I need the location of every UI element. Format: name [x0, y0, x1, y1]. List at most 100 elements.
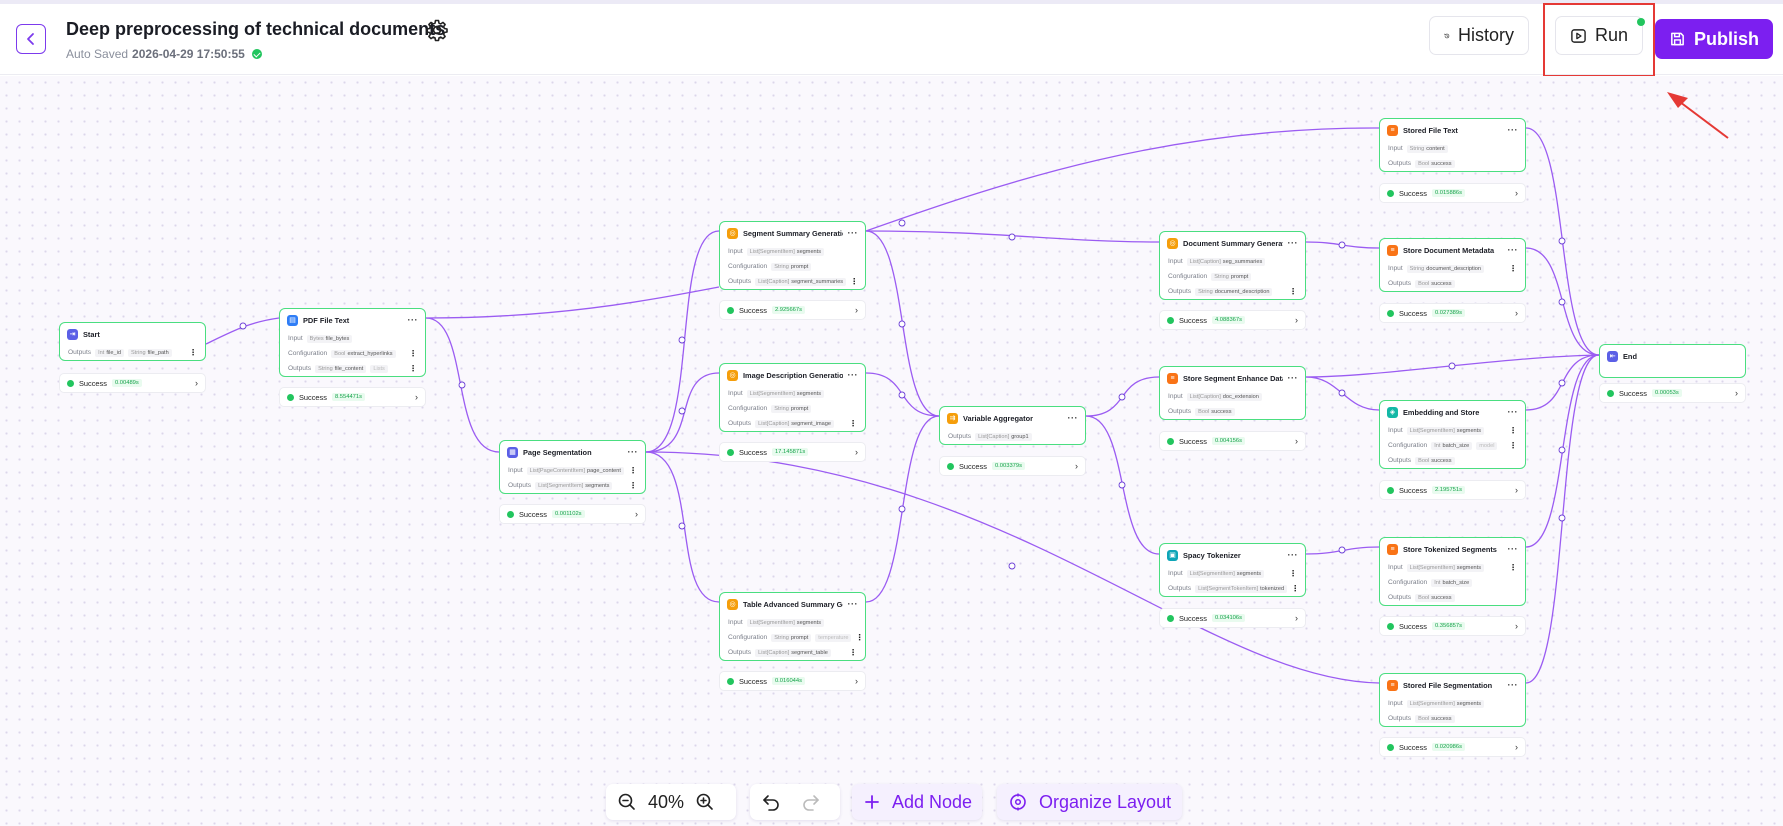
- row-label: Outputs: [1388, 715, 1412, 722]
- node-store-segment-enhance-data[interactable]: ≡ Store Segment Enhance Data ··· Input List…: [1159, 366, 1306, 420]
- more-vertical-icon[interactable]: ⋮: [629, 481, 637, 490]
- status-store-document-metadata[interactable]: Success 0.027389s ›: [1379, 303, 1526, 323]
- undo-icon[interactable]: [760, 791, 782, 813]
- add-node-button[interactable]: Add Node: [852, 784, 982, 820]
- node-store-document-metadata[interactable]: ≡ Store Document Metadata ··· Input String d…: [1379, 238, 1526, 292]
- node-page-segmentation[interactable]: ▦ Page Segmentation ··· Input List[PageCont…: [499, 440, 646, 494]
- more-icon[interactable]: ···: [1068, 413, 1079, 423]
- node-segment-summary-generation[interactable]: ◎ Segment Summary Generation ··· Input List…: [719, 221, 866, 290]
- auto-saved-label: Auto Saved: [66, 47, 129, 61]
- status-end[interactable]: Success 0.00053s ›: [1599, 383, 1746, 403]
- status-stored-file-segmentation[interactable]: Success 0.020986s ›: [1379, 737, 1526, 757]
- more-vertical-icon[interactable]: ⋮: [409, 349, 417, 358]
- success-icon: [727, 677, 734, 685]
- node-title: Store Tokenized Segments: [1403, 544, 1497, 554]
- node-table-advanced-summary[interactable]: ◎Table Advanced Summary Gen...··· InputL…: [719, 592, 866, 661]
- more-vertical-icon[interactable]: ⋮: [855, 633, 863, 642]
- zoom-out-icon[interactable]: [616, 791, 638, 813]
- chip-value: prompt: [790, 634, 809, 641]
- more-vertical-icon[interactable]: ⋮: [849, 419, 857, 428]
- node-spacy-tokenizer[interactable]: ▣ Spacy Tokenizer ··· Input List[SegmentIte…: [1159, 543, 1306, 597]
- duration-badge: 0.015886s: [1431, 189, 1466, 197]
- node-stored-file-segmentation[interactable]: ≡ Stored File Segmentation ··· Input List[S…: [1379, 673, 1526, 727]
- status-document-summary-generation[interactable]: Success 4.088367s ›: [1159, 310, 1306, 330]
- chip-value: document_description: [1426, 265, 1482, 272]
- status-stored-file-text[interactable]: Success 0.015886s ›: [1379, 183, 1526, 203]
- zoom-in-icon[interactable]: [694, 791, 716, 813]
- more-icon[interactable]: ···: [1508, 245, 1519, 255]
- node-pdf-file-text[interactable]: ▤ PDF File Text ··· Input Bytes file_bytes C…: [279, 308, 426, 377]
- more-vertical-icon[interactable]: ⋮: [1291, 584, 1299, 593]
- more-icon[interactable]: ···: [1508, 407, 1519, 417]
- more-icon[interactable]: ···: [848, 599, 859, 609]
- output-chip: List[Caption] segment_image: [755, 419, 834, 428]
- more-icon[interactable]: ···: [1508, 680, 1519, 690]
- more-vertical-icon[interactable]: ⋮: [1509, 441, 1517, 450]
- chip-type: List[SegmentItem]: [1409, 700, 1455, 707]
- history-button[interactable]: History: [1429, 16, 1529, 55]
- status-start[interactable]: Success 0.00489s ›: [59, 373, 206, 393]
- node-end[interactable]: ⇤ End: [1599, 344, 1746, 378]
- more-vertical-icon[interactable]: ⋮: [850, 277, 858, 286]
- status-variable-aggregator[interactable]: Success 0.003379s ›: [939, 456, 1086, 476]
- status-pdf-file-text[interactable]: Success 8.554471s ›: [279, 387, 426, 407]
- gear-icon[interactable]: [425, 18, 449, 42]
- more-icon[interactable]: ···: [848, 370, 859, 380]
- more-vertical-icon[interactable]: ⋮: [189, 348, 197, 357]
- more-icon[interactable]: ···: [1508, 544, 1519, 554]
- node-embedding-and-store[interactable]: ◈ Embedding and Store ··· Input List[Segmen…: [1379, 400, 1526, 469]
- back-button[interactable]: [16, 24, 46, 54]
- run-highlight-box: [1543, 3, 1655, 77]
- duration-badge: 0.00489s: [111, 379, 142, 387]
- input-chip: List[SegmentItem] segments: [746, 618, 825, 627]
- more-icon[interactable]: ···: [628, 447, 639, 457]
- more-vertical-icon[interactable]: ⋮: [409, 364, 417, 373]
- config-chip: temperature: [815, 633, 852, 642]
- chip-value: document_description: [1214, 288, 1270, 295]
- row-label: Outputs: [728, 649, 752, 656]
- redo-icon[interactable]: [800, 791, 822, 813]
- more-vertical-icon[interactable]: ⋮: [1509, 426, 1517, 435]
- more-vertical-icon[interactable]: ⋮: [1509, 264, 1517, 273]
- duration-badge: 0.00053s: [1651, 389, 1682, 397]
- duration-badge: 0.020986s: [1431, 743, 1466, 751]
- status-embedding-and-store[interactable]: Success 2.195751s ›: [1379, 480, 1526, 500]
- status-page-segmentation[interactable]: Success 0.001102s ›: [499, 504, 646, 524]
- node-store-tokenized-segments[interactable]: ≡ Store Tokenized Segments ··· Input List[S…: [1379, 537, 1526, 606]
- more-icon[interactable]: ···: [848, 228, 859, 238]
- more-icon[interactable]: ···: [1288, 373, 1299, 383]
- more-vertical-icon[interactable]: ⋮: [849, 648, 857, 657]
- more-icon[interactable]: ···: [1288, 238, 1299, 248]
- chip-value: segment_image: [791, 420, 831, 427]
- node-variable-aggregator[interactable]: ⇉ Variable Aggregator ··· Outputs List[Capt…: [939, 406, 1086, 445]
- row-label: Configuration: [288, 350, 328, 357]
- history-icon: [1444, 33, 1450, 38]
- chip-type: List[Caption]: [1189, 393, 1221, 400]
- row-label: Configuration: [1168, 273, 1208, 280]
- status-spacy-tokenizer[interactable]: Success 0.034106s ›: [1159, 608, 1306, 628]
- status-label: Success: [739, 305, 767, 315]
- status-store-segment-enhance-data[interactable]: Success 0.004156s ›: [1159, 431, 1306, 451]
- duration-badge: 0.356857s: [1431, 622, 1466, 630]
- more-vertical-icon[interactable]: ⋮: [1289, 569, 1297, 578]
- chip-value: success: [1211, 408, 1232, 415]
- row-label: Outputs: [728, 278, 752, 285]
- more-vertical-icon[interactable]: ⋮: [1509, 563, 1517, 572]
- status-segment-summary-generation[interactable]: Success 2.925667s ›: [719, 300, 866, 320]
- more-vertical-icon[interactable]: ⋮: [629, 466, 637, 475]
- status-image-description-generation[interactable]: Success 17.145871s ›: [719, 442, 866, 462]
- organize-layout-button[interactable]: Organize Layout: [997, 784, 1182, 820]
- node-image-description-generation[interactable]: ◎ Image Description Generation ··· Input Li…: [719, 363, 866, 432]
- node-document-summary-generation[interactable]: ◎Document Summary Generation··· InputLis…: [1159, 231, 1306, 300]
- publish-button[interactable]: Publish: [1655, 19, 1773, 59]
- more-icon[interactable]: ···: [408, 315, 419, 325]
- more-vertical-icon[interactable]: ⋮: [1289, 287, 1297, 296]
- more-icon[interactable]: ···: [1508, 125, 1519, 135]
- status-store-tokenized-segments[interactable]: Success 0.356857s ›: [1379, 616, 1526, 636]
- status-table-advanced-summary[interactable]: Success 0.016044s ›: [719, 671, 866, 691]
- node-stored-file-text[interactable]: ≡ Stored File Text ··· Input String content …: [1379, 118, 1526, 172]
- node-start[interactable]: ⇥ Start Outputs Int file_id String file_path ⋮: [59, 322, 206, 361]
- more-icon[interactable]: ···: [1288, 550, 1299, 560]
- chip-type: Bool: [1418, 715, 1430, 722]
- row-label: Input: [508, 467, 523, 474]
